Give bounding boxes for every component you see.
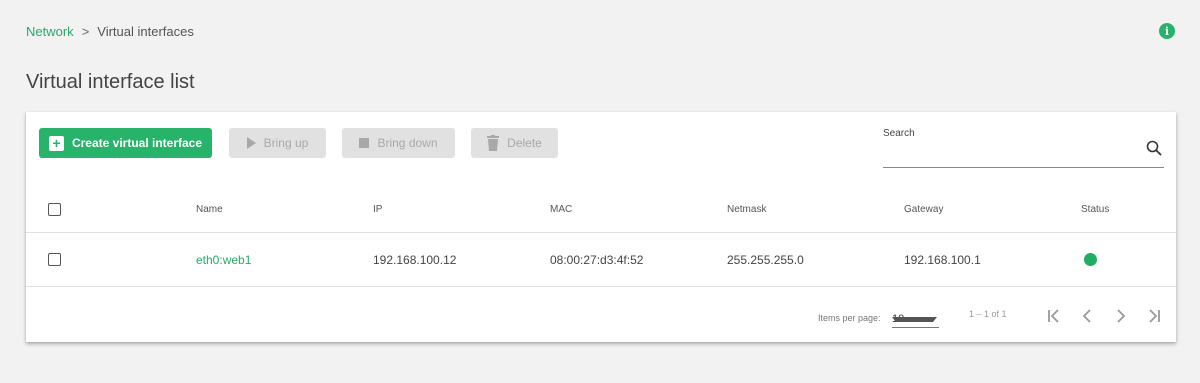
stop-icon bbox=[359, 138, 370, 148]
first-page-button[interactable] bbox=[1042, 304, 1066, 328]
row-checkbox[interactable] bbox=[48, 253, 61, 266]
search-icon[interactable] bbox=[1146, 140, 1162, 156]
breadcrumb-separator: > bbox=[81, 24, 90, 39]
next-page-button[interactable] bbox=[1109, 304, 1133, 328]
first-page-icon bbox=[1048, 309, 1059, 323]
select-all-checkbox[interactable] bbox=[48, 202, 61, 216]
interface-name-link[interactable]: eth0:web1 bbox=[196, 253, 251, 267]
header-name[interactable]: Name bbox=[196, 186, 223, 232]
cell-gateway: 192.168.100.1 bbox=[904, 252, 981, 267]
chevron-left-icon bbox=[1082, 309, 1091, 323]
trash-icon bbox=[487, 135, 500, 151]
bring-down-button[interactable]: Bring down bbox=[342, 128, 455, 158]
header-ip[interactable]: IP bbox=[373, 186, 382, 232]
status-up-indicator bbox=[1084, 253, 1097, 266]
items-per-page-select[interactable]: 10 bbox=[892, 308, 939, 328]
search-input[interactable] bbox=[883, 146, 1133, 166]
bring-down-label: Bring down bbox=[377, 136, 438, 150]
paginator: Items per page: 10 1 – 1 of 1 bbox=[26, 287, 1176, 342]
bring-up-button[interactable]: Bring up bbox=[229, 128, 326, 158]
search-field: Search bbox=[883, 128, 1164, 168]
page-title: Virtual interface list bbox=[26, 71, 195, 93]
breadcrumb: Network > Virtual interfaces bbox=[26, 24, 194, 39]
header-status[interactable]: Status bbox=[1081, 186, 1109, 232]
chevron-right-icon bbox=[1117, 309, 1126, 323]
table-row[interactable]: eth0:web1 192.168.100.12 08:00:27:d3:4f:… bbox=[26, 233, 1176, 287]
page-range-label: 1 – 1 of 1 bbox=[969, 309, 1007, 319]
delete-label: Delete bbox=[507, 136, 542, 150]
cell-ip: 192.168.100.12 bbox=[373, 252, 457, 267]
header-netmask[interactable]: Netmask bbox=[727, 186, 766, 232]
plus-icon: + bbox=[48, 135, 64, 151]
last-page-button[interactable] bbox=[1142, 304, 1166, 328]
table-header-row: Name IP MAC Netmask Gateway Status bbox=[26, 186, 1176, 233]
search-label: Search bbox=[883, 128, 915, 139]
create-virtual-interface-button[interactable]: + Create virtual interface bbox=[39, 128, 212, 158]
play-icon bbox=[246, 137, 256, 149]
breadcrumb-network-link[interactable]: Network bbox=[26, 24, 74, 39]
interface-list-card: + Create virtual interface Bring up Brin… bbox=[26, 112, 1176, 342]
header-mac[interactable]: MAC bbox=[550, 186, 572, 232]
items-per-page-label: Items per page: bbox=[818, 313, 881, 323]
delete-button[interactable]: Delete bbox=[471, 128, 558, 158]
info-icon[interactable]: i bbox=[1159, 23, 1175, 39]
cell-mac: 08:00:27:d3:4f:52 bbox=[550, 252, 644, 267]
header-gateway[interactable]: Gateway bbox=[904, 186, 943, 232]
previous-page-button[interactable] bbox=[1075, 304, 1099, 328]
bring-up-label: Bring up bbox=[263, 136, 309, 150]
create-button-label: Create virtual interface bbox=[71, 136, 203, 150]
cell-netmask: 255.255.255.0 bbox=[727, 252, 804, 267]
breadcrumb-current: Virtual interfaces bbox=[97, 24, 194, 39]
last-page-icon bbox=[1149, 309, 1160, 323]
dropdown-arrow-icon bbox=[892, 317, 937, 322]
